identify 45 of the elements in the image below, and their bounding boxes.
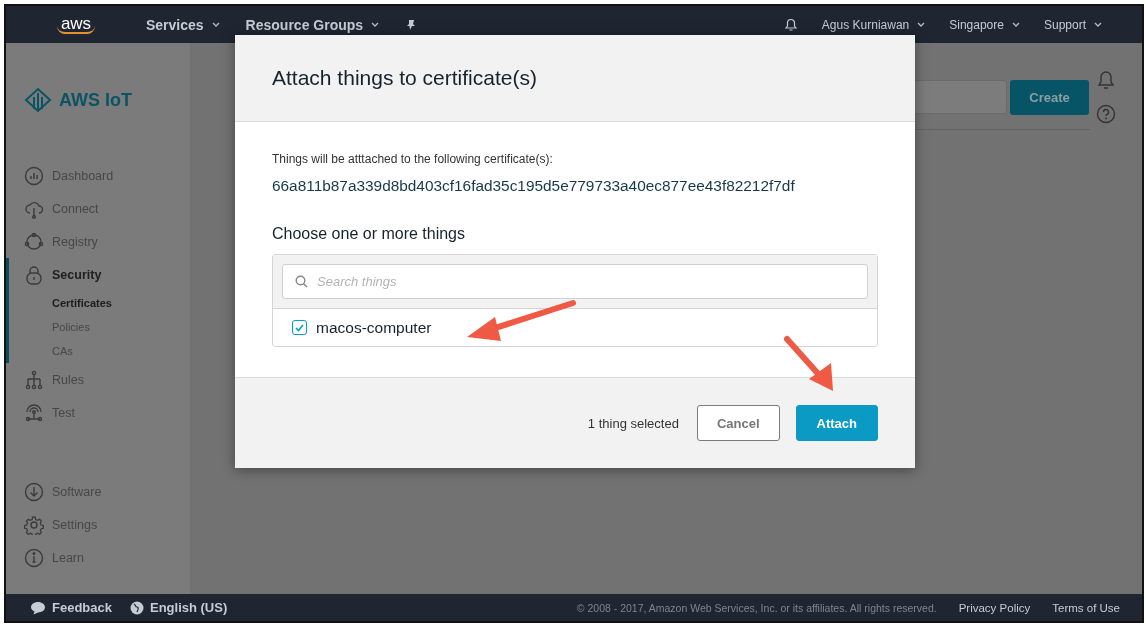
globe-icon	[130, 600, 144, 615]
nav-menu[interactable]: Resource Groups	[245, 16, 380, 33]
info-icon	[24, 547, 44, 568]
caret-icon	[1094, 22, 1102, 27]
dialog-title: Attach things to certificate(s)	[272, 66, 537, 90]
help-icon[interactable]	[1096, 104, 1116, 124]
region-menu[interactable]: Singapore	[949, 17, 1020, 32]
selection-count: 1 thing selected	[587, 415, 679, 431]
create-button[interactable]: Create	[1010, 80, 1089, 115]
lock-icon	[24, 264, 44, 285]
section-heading: Choose one or more things	[272, 225, 466, 243]
sidebar-subitem[interactable]: Certificates	[52, 291, 190, 315]
checkbox[interactable]	[292, 320, 307, 335]
footer-link[interactable]: Privacy Policy	[958, 601, 1031, 614]
certificate-id: 66a811b87a339d8bd403cf16fad35c195d5e779733a40ec877ee43f82212f7df	[272, 177, 796, 195]
cancel-button[interactable]: Cancel	[696, 405, 780, 441]
download-icon	[24, 481, 44, 502]
nav-menu[interactable]: Services	[146, 16, 220, 33]
language-selector[interactable]: English (US)	[130, 600, 228, 615]
speech-bubble-icon	[30, 600, 46, 615]
caret-icon	[371, 22, 380, 27]
aws-logo[interactable]: aws	[56, 15, 96, 34]
sidebar-item[interactable]: Security	[9, 258, 190, 291]
signal-icon	[24, 402, 44, 423]
footer-link[interactable]: Terms of Use	[1052, 601, 1120, 614]
caret-icon	[1011, 22, 1020, 27]
chart-icon	[24, 165, 44, 186]
app-title: AWS IoT	[59, 89, 132, 111]
checkmark-icon	[295, 323, 304, 332]
nodes-icon	[24, 231, 44, 252]
pin-icon[interactable]	[405, 18, 418, 31]
caret-icon	[917, 22, 926, 27]
support-menu[interactable]: Support	[1043, 17, 1102, 32]
dialog-message: Things will be atttached to the following certificate(s):	[272, 152, 554, 166]
search-icon	[295, 275, 308, 288]
hierarchy-icon	[24, 369, 44, 390]
caret-icon	[211, 22, 220, 27]
attach-button[interactable]: Attach	[795, 405, 878, 441]
settings-icon	[24, 514, 44, 535]
bell-icon[interactable]	[783, 17, 798, 32]
feedback-link[interactable]: Feedback	[30, 600, 112, 615]
circuit-logo-icon	[24, 87, 52, 113]
copyright-text: © 2008 - 2017, Amazon Web Services, Inc. or its affiliates. All rights reserved.	[576, 601, 937, 614]
user-menu[interactable]: Agus Kurniawan	[821, 17, 926, 32]
thing-name[interactable]: macos-computer	[316, 318, 432, 337]
